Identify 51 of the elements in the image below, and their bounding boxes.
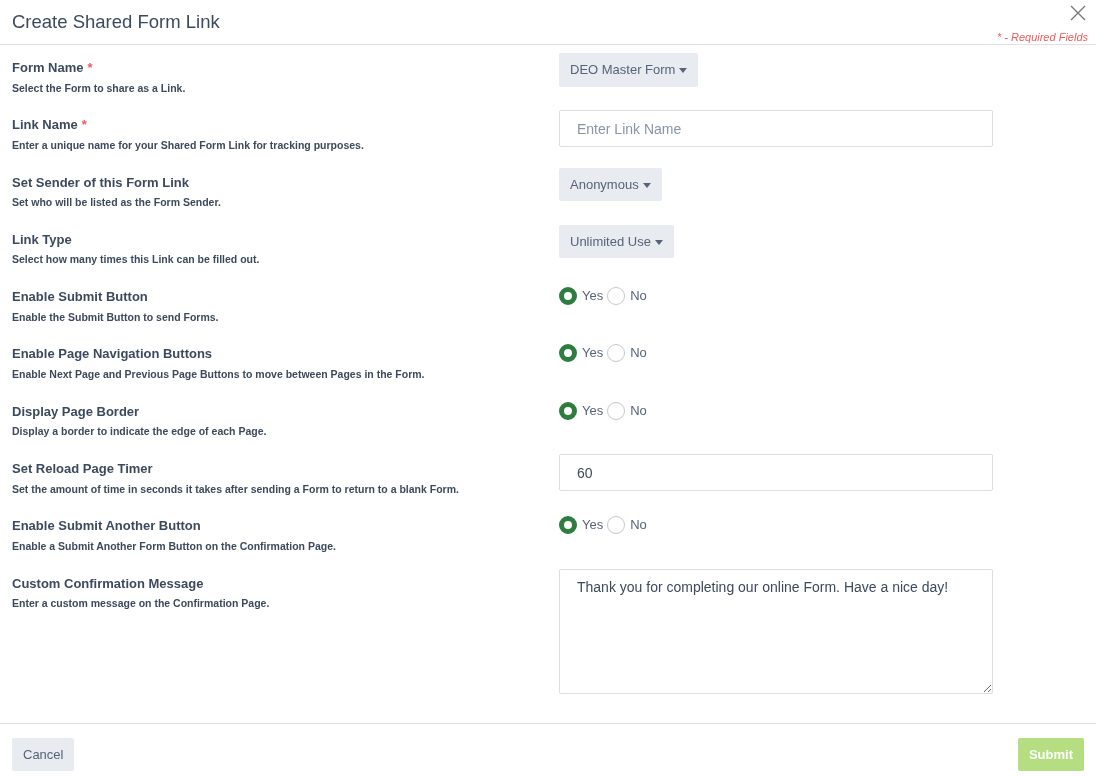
field-label: Set Reload Page Timer	[12, 460, 154, 479]
message-field[interactable]: Thank you for completing our online Form. Have a nice day!	[559, 568, 993, 694]
field-label: Form Name	[12, 59, 84, 77]
field-label: Link Name	[12, 116, 78, 135]
required-fields-note: * - Required Fields	[996, 30, 1088, 45]
close-icon[interactable]	[1070, 5, 1086, 21]
field-description: Set the amount of time in seconds it takes after sending a Form to return to a blank Form.	[12, 481, 460, 497]
field-description: Enable Next Page and Previous Page Buttons to move between Pages in the Form.	[12, 367, 426, 382]
field-label: Enable Submit Another Button	[12, 517, 202, 536]
radio-label: No	[630, 401, 647, 420]
radio-label: Yes	[582, 401, 604, 420]
dialog-title: Create Shared Form Link	[12, 10, 220, 34]
field-label: Enable Page Navigation Buttons	[12, 345, 214, 364]
text-field[interactable]: 60	[559, 454, 993, 492]
field-description: Enable the Submit Button to send Forms.	[12, 309, 220, 325]
radio-label: No	[630, 344, 647, 363]
cancel-button[interactable]: Cancel	[12, 737, 75, 772]
field-label: Link Type	[12, 230, 73, 249]
field-description: Select the Form to share as a Link.	[12, 80, 187, 96]
radio-button[interactable]	[559, 516, 577, 535]
radio-label: No	[630, 516, 647, 535]
field-description: Select how many times this Link can be filled out.	[12, 252, 261, 268]
field-description: Enter a unique name for your Shared Form Link for tracking purposes.	[12, 137, 365, 153]
radio-label: Yes	[582, 516, 604, 535]
field-label: Display Page Border	[12, 402, 141, 421]
radio-button[interactable]	[559, 344, 577, 363]
field-description: Set who will be listed as the Form Sender.	[12, 195, 222, 211]
dropdown-button[interactable]: Unlimited Use	[559, 224, 674, 259]
radio-button[interactable]	[607, 344, 626, 363]
radio-button[interactable]	[559, 286, 577, 305]
caret-icon	[642, 182, 651, 188]
radio-button[interactable]	[607, 516, 626, 535]
field-label: Enable Submit Button	[12, 288, 149, 307]
caret-icon	[654, 239, 663, 245]
dropdown-button[interactable]: Anonymous	[559, 167, 662, 202]
radio-button[interactable]	[607, 401, 626, 420]
text-field[interactable]: Enter Link Name	[559, 110, 993, 148]
field-description: Enable a Submit Another Form Button on the Confirmation Page.	[12, 538, 337, 554]
radio-label: Yes	[582, 344, 604, 363]
radio-button[interactable]	[559, 401, 577, 420]
field-description: Display a border to indicate the edge of each Page.	[12, 424, 268, 440]
field-label: Set Sender of this Form Link	[12, 173, 190, 192]
radio-label: No	[630, 287, 647, 306]
field-label: Custom Confirmation Message	[12, 574, 205, 593]
caret-icon	[679, 68, 688, 74]
radio-label: Yes	[582, 287, 604, 306]
dropdown-button[interactable]: DEO Master Form	[559, 53, 699, 87]
required-mark: *	[81, 116, 87, 135]
field-description: Enter a custom message on the Confirmation Page.	[12, 596, 271, 612]
radio-button[interactable]	[607, 286, 626, 305]
required-mark: *	[87, 59, 93, 77]
